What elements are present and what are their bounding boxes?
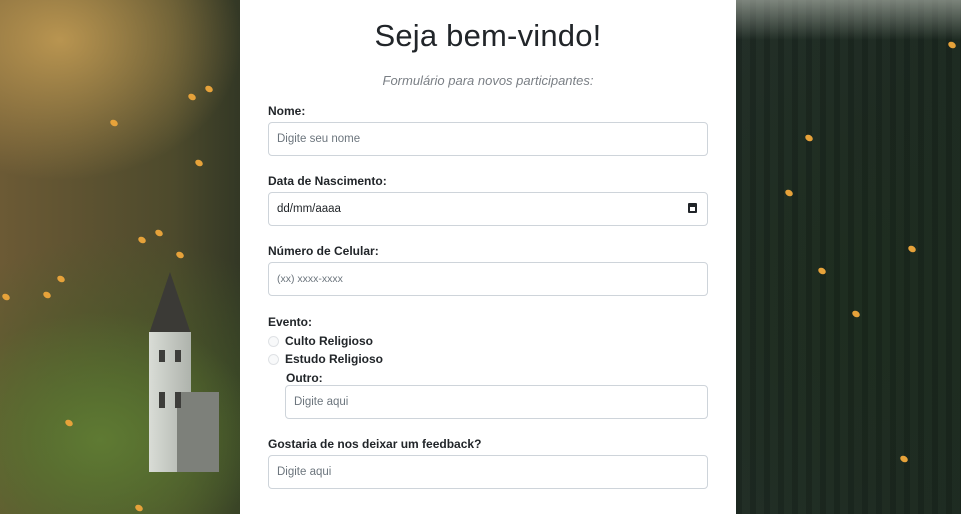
church-window: [159, 392, 165, 408]
church-window: [175, 350, 181, 362]
event-option-label: Estudo Religioso: [285, 352, 384, 366]
birthdate-input[interactable]: dd/mm/aaaa: [268, 192, 708, 226]
page-title: Seja bem-vindo!: [374, 18, 602, 53]
church-window: [159, 350, 165, 362]
other-placeholder: Digite aqui: [294, 396, 349, 408]
event-label: Evento:: [268, 315, 313, 329]
name-input[interactable]: Digite seu nome: [268, 122, 708, 156]
phone-input[interactable]: (xx) xxxx-xxxx: [268, 262, 708, 296]
event-option-estudo[interactable]: Estudo Religioso: [268, 351, 383, 367]
radio-button[interactable]: [268, 335, 279, 347]
feedback-placeholder: Digite aqui: [277, 466, 332, 478]
page-subtitle: Formulário para novos participantes:: [382, 73, 594, 88]
feedback-label: Gostaria de nos deixar um feedback?: [268, 437, 482, 451]
phone-placeholder: (xx) xxxx-xxxx: [277, 273, 343, 285]
name-label: Nome:: [268, 104, 306, 118]
form-panel: Seja bem-vindo! Formulário para novos pa…: [240, 0, 736, 514]
calendar-icon[interactable]: [688, 203, 697, 213]
other-label: Outro:: [286, 371, 323, 385]
birthdate-label: Data de Nascimento:: [268, 174, 387, 188]
feedback-input[interactable]: Digite aqui: [268, 455, 708, 489]
church-window: [175, 392, 181, 408]
birthdate-value: dd/mm/aaaa: [277, 203, 341, 215]
forest-right: [736, 0, 961, 514]
church-image: [149, 272, 219, 472]
church-body: [177, 392, 219, 472]
event-option-label: Culto Religioso: [285, 334, 373, 348]
church-roof: [149, 272, 191, 334]
phone-label: Número de Celular:: [268, 244, 379, 258]
other-input[interactable]: Digite aqui: [285, 385, 708, 419]
name-placeholder: Digite seu nome: [277, 133, 361, 145]
event-option-culto[interactable]: Culto Religioso: [268, 333, 373, 349]
radio-button[interactable]: [268, 353, 279, 365]
